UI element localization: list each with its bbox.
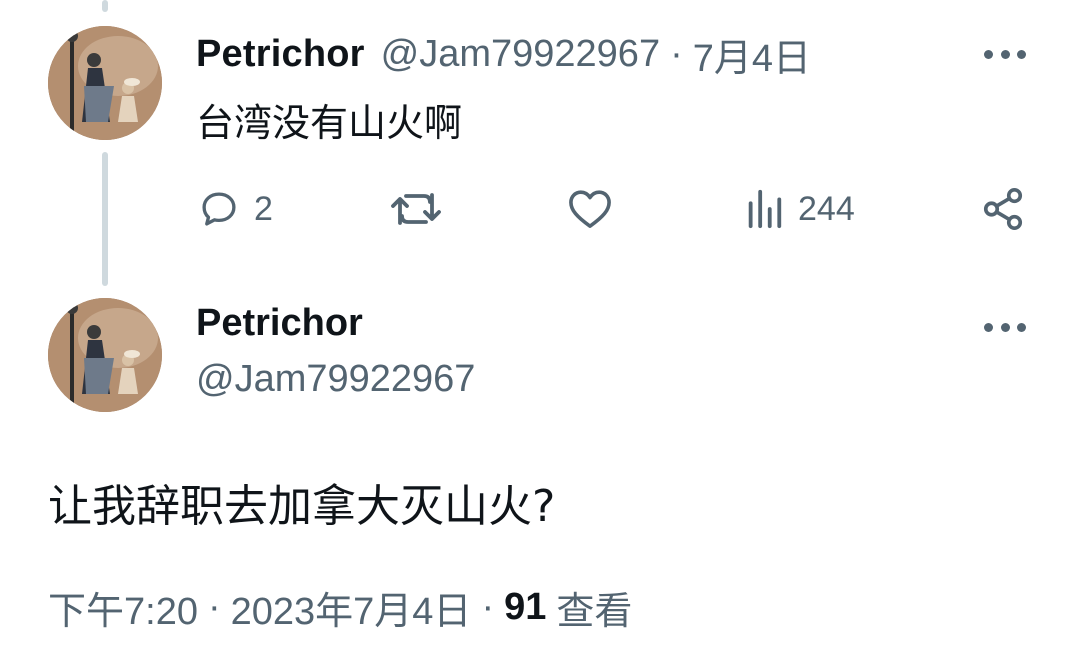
views-icon xyxy=(744,188,784,230)
views-label[interactable]: 查看 xyxy=(556,580,632,635)
user-handle[interactable]: @Jam79922967 xyxy=(196,358,475,401)
reply-icon xyxy=(198,188,240,230)
reply-button[interactable]: 2 xyxy=(198,184,273,234)
display-name[interactable]: Petrichor xyxy=(196,33,365,76)
tweet-date[interactable]: 2023年7月4日 xyxy=(231,580,472,635)
reply-count: 2 xyxy=(254,189,273,228)
more-icon[interactable] xyxy=(984,317,1026,337)
user-handle[interactable]: @Jam79922967 xyxy=(381,33,660,76)
thread-connector-top xyxy=(102,0,108,12)
separator-dot: · xyxy=(481,586,495,628)
more-icon[interactable] xyxy=(984,44,1026,64)
thread-connector xyxy=(102,152,108,286)
separator-dot: · xyxy=(207,586,221,628)
tweet-meta: 下午7:20 · 2023年7月4日 · 91 查看 xyxy=(48,580,632,635)
avatar[interactable] xyxy=(48,298,162,412)
tweet-header: Petrichor @Jam79922967 · 7月4日 xyxy=(196,30,811,80)
share-icon xyxy=(980,186,1026,232)
retweet-icon xyxy=(388,188,444,230)
share-button[interactable] xyxy=(980,184,1026,234)
tweet-date[interactable]: 7月4日 xyxy=(693,27,811,82)
views-count[interactable]: 91 xyxy=(504,586,546,629)
retweet-button[interactable] xyxy=(388,184,444,234)
tweet-text: 让我辞职去加拿大灭山火? xyxy=(48,481,556,532)
display-name[interactable]: Petrichor xyxy=(196,302,363,345)
tweet-time[interactable]: 下午7:20 xyxy=(48,580,198,635)
like-icon xyxy=(566,188,614,230)
tweet-text: 台湾没有山火啊 xyxy=(196,101,463,145)
like-button[interactable] xyxy=(566,184,614,234)
views-button[interactable]: 244 xyxy=(744,184,855,234)
separator-dot: · xyxy=(670,32,683,75)
views-count: 244 xyxy=(798,189,855,228)
avatar[interactable] xyxy=(48,26,162,140)
